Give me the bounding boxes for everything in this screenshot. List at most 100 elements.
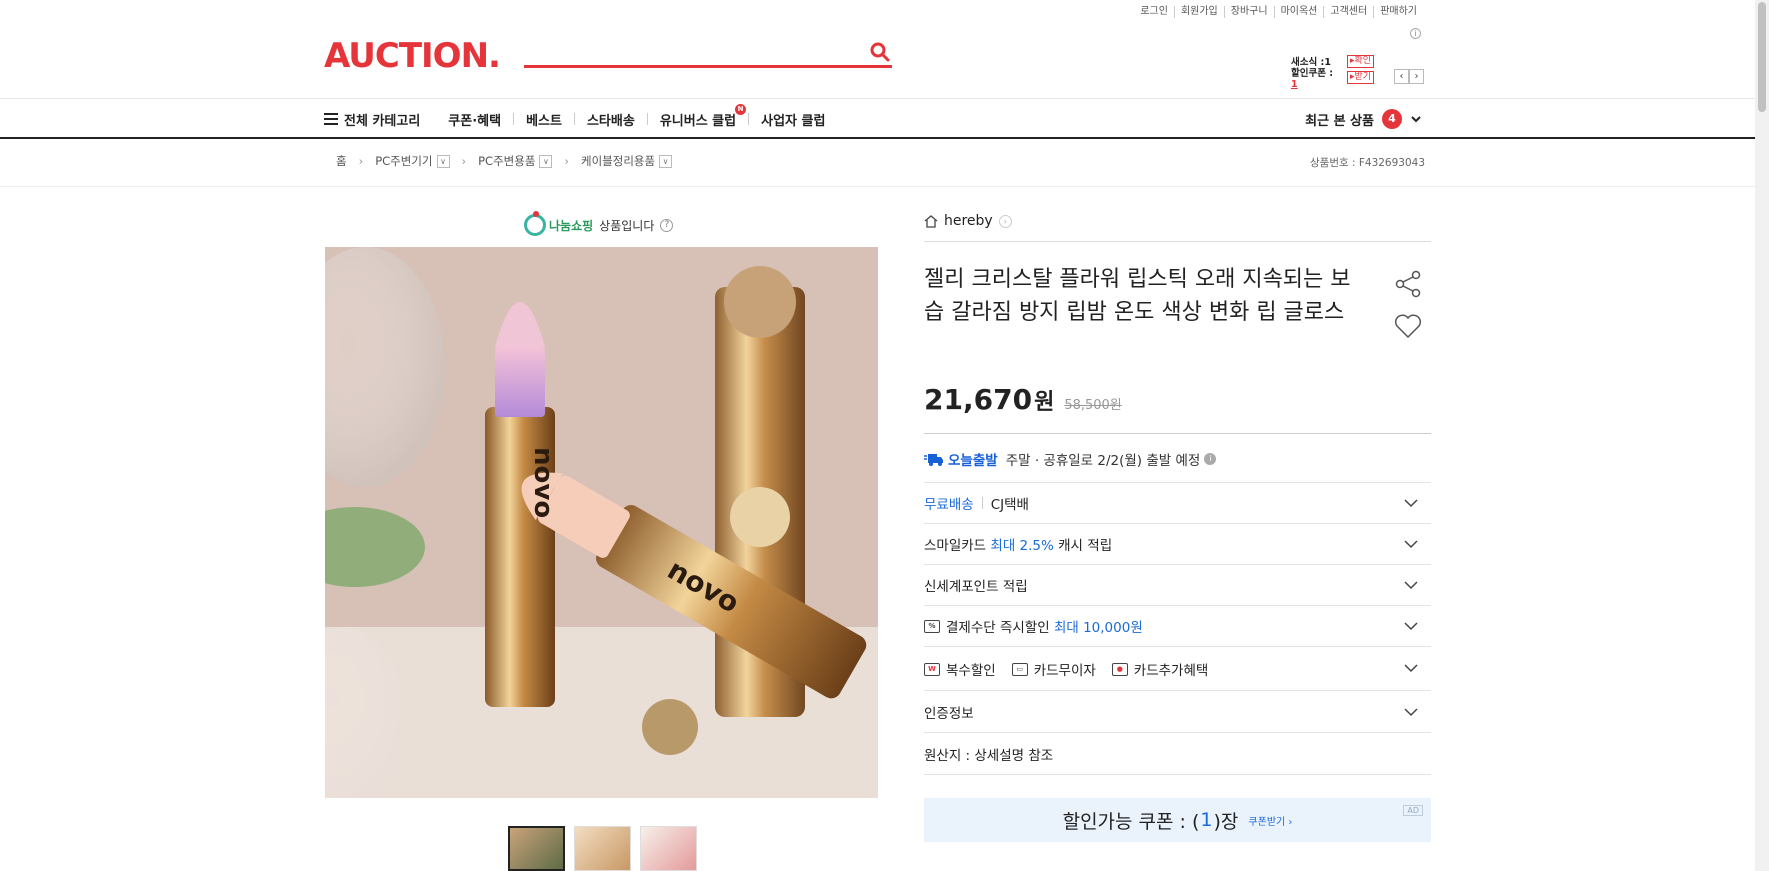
- sharing-shopping-banner: 나눔쇼핑 상품입니다 ?: [524, 211, 674, 236]
- coupon-label: 할인쿠폰 : 1: [1291, 67, 1334, 90]
- nav-top-border: [0, 98, 1755, 99]
- next-icon[interactable]: ›: [1409, 69, 1424, 84]
- share-icon[interactable]: [1394, 270, 1422, 298]
- free-shipping-label: 무료배송: [924, 497, 974, 513]
- header-notice-box: 새소식 :1 ▸확인 할인쿠폰 : 1 ▸받기: [1291, 54, 1375, 90]
- coupon-bar-count: 1: [1200, 809, 1213, 831]
- card-installment-label: 카드무이자: [1033, 663, 1096, 679]
- coupon-get-link[interactable]: 쿠폰받기 ›: [1248, 813, 1292, 828]
- nav-divider: [646, 113, 648, 125]
- customer-center-link[interactable]: 고객센터: [1323, 6, 1373, 18]
- price-unit: 원: [1034, 390, 1055, 415]
- news-check-button[interactable]: ▸확인: [1347, 54, 1375, 68]
- nav-item-coupon[interactable]: 쿠폰·혜택: [448, 110, 501, 129]
- smilecard-suffix: 캐시 적립: [1058, 538, 1113, 554]
- new-badge: N: [735, 103, 747, 115]
- info-icon[interactable]: i: [1410, 28, 1421, 39]
- breadcrumb-home[interactable]: 홈: [336, 153, 347, 169]
- help-icon[interactable]: ?: [660, 218, 674, 232]
- cart-link[interactable]: 장바구니: [1223, 6, 1274, 18]
- breadcrumb: 홈 › PC주변기기 ∨ › PC주변용품 ∨ › 케이블정리용품 ∨: [336, 153, 673, 169]
- nav-item-universe-club[interactable]: 유니버스 클럽 N: [660, 103, 747, 129]
- payment-discount-max: 최대 10,000원: [1053, 620, 1143, 636]
- product-title: 젤리 크리스탈 플라워 립스틱 오래 지속되는 보습 갈라짐 방지 립밤 온도 …: [924, 267, 1351, 325]
- nav-divider: [573, 113, 575, 125]
- ad-badge: AD: [1403, 805, 1423, 816]
- breadcrumb-level2[interactable]: PC주변용품: [478, 153, 535, 169]
- lipstick-illustration: novo novo: [325, 247, 878, 798]
- chevron-down-icon: [1404, 622, 1418, 631]
- all-category-label: 전체 카테고리: [344, 113, 421, 129]
- chevron-down-icon: [1411, 116, 1421, 123]
- truck-icon: [924, 454, 943, 466]
- nav-divider: [513, 113, 515, 125]
- payment-discount-row[interactable]: % 결제수단 즉시할인 최대 10,000원: [924, 606, 1431, 647]
- auction-logo[interactable]: AUCTION.: [324, 36, 501, 76]
- all-category-button[interactable]: 전체 카테고리: [324, 110, 420, 129]
- shipping-company: CJ택배: [990, 497, 1029, 513]
- prev-icon[interactable]: ‹: [1394, 69, 1409, 84]
- card-icon: ▭: [1011, 662, 1028, 676]
- multi-discount-icon: W: [924, 662, 940, 676]
- price-divider: [924, 433, 1431, 434]
- search-icon[interactable]: [868, 40, 892, 64]
- breadcrumb-level3[interactable]: 케이블정리용품: [581, 153, 655, 169]
- signup-link[interactable]: 회원가입: [1173, 6, 1224, 18]
- search-input[interactable]: [526, 38, 856, 62]
- today-shipping-text: 주말 · 공휴일로 2/2(월) 출발 예정: [1005, 453, 1201, 469]
- product-number: 상품번호 : F432693043: [1310, 157, 1426, 169]
- nav-divider: [748, 113, 750, 125]
- thumbnail-2[interactable]: [574, 826, 631, 871]
- shinsegae-point-label: 신세계포인트 적립: [924, 579, 1028, 595]
- smilecard-label: 스마일카드: [924, 538, 987, 554]
- nav-item-business-club[interactable]: 사업자 클럽: [761, 110, 825, 129]
- sell-link[interactable]: 판매하기: [1373, 6, 1423, 18]
- recent-viewed-button[interactable]: 최근 본 상품 4: [1305, 109, 1422, 129]
- scrollbar-thumb[interactable]: [1758, 2, 1766, 112]
- shop-name: hereby: [944, 213, 993, 229]
- nav-item-best[interactable]: 베스트: [526, 110, 562, 129]
- thumbnail-3[interactable]: [640, 826, 697, 871]
- coupon-bar-prefix: 할인가능 쿠폰 : (: [1062, 810, 1200, 833]
- breadcrumb-level1[interactable]: PC주변기기: [375, 153, 432, 169]
- sharing-shopping-logo: 나눔쇼핑: [524, 211, 593, 236]
- thumbnail-1[interactable]: [508, 826, 565, 871]
- svg-text:novo: novo: [528, 447, 558, 518]
- nav-bottom-border: [0, 137, 1755, 139]
- shop-link[interactable]: hereby ›: [924, 213, 1431, 229]
- my-auction-link[interactable]: 마이옥션: [1273, 6, 1324, 18]
- certification-row[interactable]: 인증정보: [924, 692, 1431, 733]
- dropdown-icon[interactable]: ∨: [539, 154, 553, 168]
- sale-price: 21,670: [924, 383, 1033, 416]
- sharing-banner-text: 상품입니다: [599, 218, 655, 233]
- dropdown-icon[interactable]: ∨: [659, 154, 673, 168]
- breadcrumb-divider: [0, 186, 1755, 187]
- notice-pager: ‹ ›: [1394, 69, 1424, 84]
- nav-item-star-delivery[interactable]: 스타배송: [587, 110, 635, 129]
- info-icon[interactable]: i: [1204, 453, 1217, 465]
- chevron-down-icon: [1404, 708, 1418, 717]
- today-shipping-badge: 오늘출발: [948, 453, 998, 469]
- shop-divider: [924, 241, 1431, 242]
- coupon-banner[interactable]: 할인가능 쿠폰 : ( 1 )장 쿠폰받기 › AD: [924, 798, 1431, 842]
- sharing-ring-icon: [524, 211, 546, 236]
- chevron-down-icon: [1404, 540, 1418, 549]
- smilecard-rate: 최대 2.5%: [990, 538, 1054, 554]
- login-link[interactable]: 로그인: [1134, 6, 1174, 18]
- main-nav: 전체 카테고리 쿠폰·혜택 베스트 스타배송 유니버스 클럽 N 사업자 클럽 최…: [324, 100, 1422, 138]
- card-benefits-row[interactable]: W 복수할인 ▭ 카드무이자 ● 카드추가혜택: [924, 648, 1431, 691]
- smilecard-row[interactable]: 스마일카드 최대 2.5% 캐시 적립: [924, 524, 1431, 565]
- dropdown-icon[interactable]: ∨: [436, 154, 450, 168]
- row-pipe: [981, 497, 983, 509]
- coupon-receive-button[interactable]: ▸받기: [1347, 70, 1375, 84]
- origin-label: 원산지 : 상세설명 참조: [924, 748, 1054, 764]
- card-plus-icon: ●: [1111, 662, 1128, 676]
- thumbnail-list: [508, 826, 706, 871]
- menu-icon: [324, 113, 338, 125]
- shinsegae-point-row[interactable]: 신세계포인트 적립: [924, 565, 1431, 606]
- today-shipping-row: 오늘출발 주말 · 공휴일로 2/2(월) 출발 예정 i: [924, 449, 1431, 469]
- heart-icon[interactable]: [1394, 313, 1422, 339]
- payment-discount-label: 결제수단 즉시할인: [946, 620, 1050, 636]
- shipping-row[interactable]: 무료배송 CJ택배: [924, 483, 1431, 524]
- page-scrollbar[interactable]: [1755, 0, 1769, 871]
